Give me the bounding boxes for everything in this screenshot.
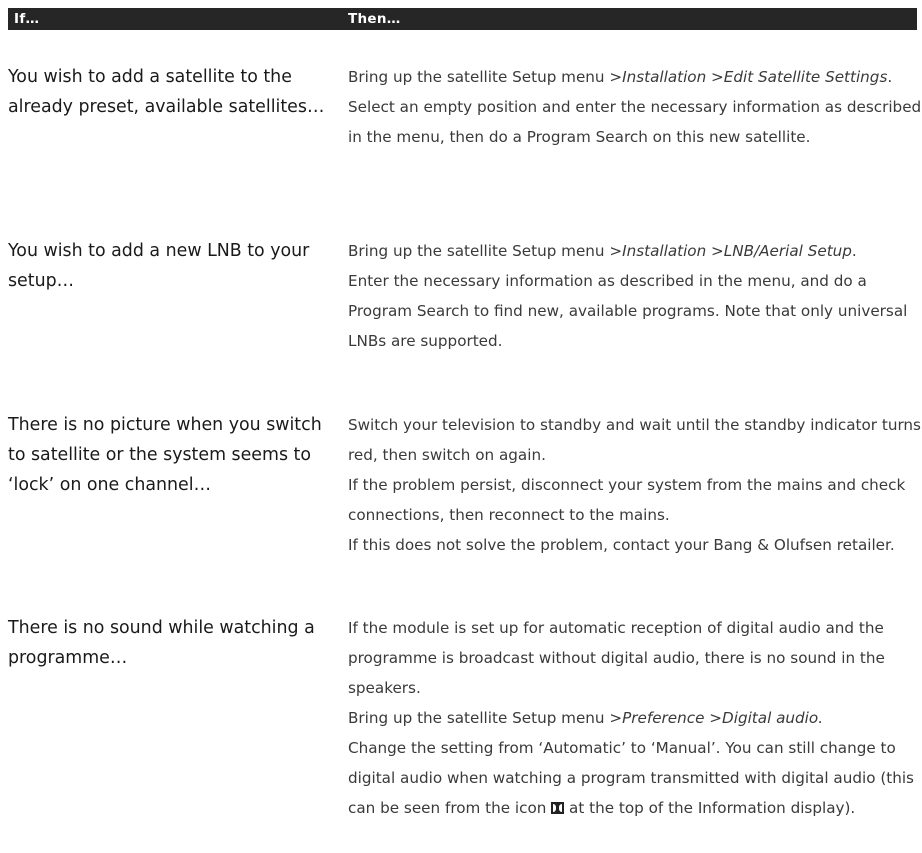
- menu-path: Digital audio.: [722, 709, 824, 727]
- then-instructions: If the module is set up for automatic re…: [348, 613, 922, 823]
- if-condition: There is no picture when you switch to s…: [8, 415, 322, 495]
- if-condition: There is no sound while watching a progr…: [8, 618, 315, 668]
- instruction-paragraph: Select an empty position and enter the n…: [348, 98, 922, 146]
- instruction-paragraph: Enter the necessary information as descr…: [348, 272, 908, 350]
- instruction-paragraph: If the module is set up for automatic re…: [348, 619, 885, 697]
- menu-path: Edit Satellite Settings: [723, 68, 888, 86]
- menu-path: Installation: [622, 242, 707, 260]
- instruction-paragraph: If the problem persist, disconnect your …: [348, 476, 906, 524]
- if-condition: You wish to add a new LNB to your setup…: [8, 241, 310, 291]
- then-column-header: Then…: [348, 11, 401, 27]
- instruction-paragraph: Bring up the satellite Setup menu >Insta…: [348, 242, 857, 260]
- instruction-paragraph: Bring up the satellite Setup menu >Insta…: [348, 68, 893, 86]
- table-header: If… Then…: [8, 8, 917, 30]
- if-condition: You wish to add a satellite to the alrea…: [8, 67, 325, 117]
- menu-path: Installation: [622, 68, 707, 86]
- menu-path: LNB/Aerial Setup: [723, 242, 852, 260]
- if-column-header: If…: [14, 11, 40, 27]
- instruction-paragraph: Switch your television to standby and wa…: [348, 416, 921, 464]
- instruction-paragraph: Change the setting from ‘Automatic’ to ‘…: [348, 739, 914, 817]
- instruction-paragraph: If this does not solve the problem, cont…: [348, 536, 895, 554]
- then-instructions: Bring up the satellite Setup menu >Insta…: [348, 62, 922, 152]
- then-instructions: Bring up the satellite Setup menu >Insta…: [348, 236, 922, 356]
- menu-path: Preference: [622, 709, 705, 727]
- then-instructions: Switch your television to standby and wa…: [348, 410, 922, 560]
- instruction-paragraph: Bring up the satellite Setup menu >Prefe…: [348, 709, 824, 727]
- dolby-digital-icon: [551, 802, 565, 814]
